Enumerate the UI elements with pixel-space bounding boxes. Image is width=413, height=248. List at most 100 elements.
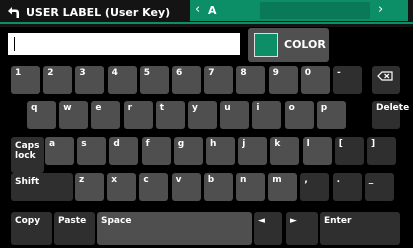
key-w-label: w bbox=[63, 103, 72, 113]
key-q[interactable]: q bbox=[27, 101, 56, 129]
key-y[interactable]: y bbox=[188, 101, 217, 129]
key-j-label: j bbox=[242, 139, 246, 149]
key-minus[interactable]: - bbox=[333, 66, 362, 94]
backspace-icon bbox=[377, 71, 393, 81]
key-c[interactable]: c bbox=[139, 173, 169, 201]
key-7-label: 7 bbox=[208, 68, 215, 78]
key-r[interactable]: r bbox=[123, 101, 153, 129]
enter-key-label: Enter bbox=[324, 216, 352, 226]
key-n-label: n bbox=[240, 175, 247, 185]
key-e[interactable]: e bbox=[91, 101, 121, 129]
key-comma-label: , bbox=[304, 175, 308, 185]
key-7[interactable]: 7 bbox=[204, 66, 234, 94]
key-0[interactable]: 0 bbox=[300, 66, 330, 94]
key-4[interactable]: 4 bbox=[107, 66, 137, 94]
header-bar: USER LABEL (User Key) ‹ A › bbox=[0, 0, 413, 27]
key-v[interactable]: v bbox=[171, 173, 201, 201]
header-divider bbox=[0, 22, 413, 24]
key-underscore-label: _ bbox=[368, 175, 374, 185]
key-right-bracket[interactable]: ] bbox=[367, 137, 396, 165]
back-arrow-icon bbox=[8, 7, 19, 18]
channel-name: A bbox=[208, 4, 217, 17]
key-f-label: f bbox=[145, 139, 150, 149]
key-i[interactable]: i bbox=[252, 101, 282, 129]
channel-name-field bbox=[260, 2, 370, 19]
key-t[interactable]: t bbox=[155, 101, 185, 129]
paste-key-label: Paste bbox=[58, 216, 87, 226]
key-comma[interactable]: , bbox=[300, 173, 330, 201]
key-n[interactable]: n bbox=[236, 173, 265, 201]
key-9[interactable]: 9 bbox=[268, 66, 298, 94]
key-p[interactable]: p bbox=[316, 101, 346, 129]
key-p-label: p bbox=[320, 103, 328, 113]
key-b[interactable]: b bbox=[203, 173, 233, 201]
key-minus-label: - bbox=[337, 68, 341, 78]
key-5-label: 5 bbox=[143, 68, 151, 78]
key-underscore[interactable]: _ bbox=[364, 173, 394, 201]
key-k[interactable]: k bbox=[270, 137, 300, 165]
space-key-label: Space bbox=[101, 216, 132, 226]
channel-next-button[interactable]: › bbox=[378, 2, 383, 17]
key-1[interactable]: 1 bbox=[11, 66, 40, 94]
caps-lock-key[interactable]: Caps lock bbox=[11, 137, 44, 173]
key-r-label: r bbox=[127, 103, 133, 113]
space-key[interactable]: Space bbox=[97, 212, 252, 245]
key-h-label: h bbox=[210, 139, 217, 149]
key-z[interactable]: z bbox=[75, 173, 104, 201]
key-d-label: d bbox=[113, 139, 120, 149]
enter-key[interactable]: Enter bbox=[320, 212, 400, 245]
channel-prev-button[interactable]: ‹ bbox=[195, 2, 200, 17]
key-l-label: l bbox=[306, 139, 310, 149]
color-button[interactable]: COLOR bbox=[248, 28, 329, 62]
key-i-label: i bbox=[256, 103, 260, 113]
shift-key-label: Shift bbox=[15, 177, 40, 187]
key-left-bracket[interactable]: [ bbox=[334, 137, 364, 165]
key-6-label: 6 bbox=[176, 68, 183, 78]
key-m[interactable]: m bbox=[268, 173, 298, 201]
key-q-label: q bbox=[31, 103, 38, 113]
key-h[interactable]: h bbox=[206, 137, 235, 165]
key-v-label: v bbox=[175, 175, 182, 185]
copy-key[interactable]: Copy bbox=[11, 212, 52, 245]
paste-key[interactable]: Paste bbox=[54, 212, 95, 245]
label-text-input[interactable] bbox=[8, 33, 240, 55]
key-x[interactable]: x bbox=[107, 173, 137, 201]
key-u[interactable]: u bbox=[220, 101, 250, 129]
color-button-label: COLOR bbox=[284, 38, 326, 51]
key-f[interactable]: f bbox=[141, 137, 171, 165]
key-3[interactable]: 3 bbox=[75, 66, 105, 94]
key-a[interactable]: a bbox=[45, 137, 74, 165]
key-a-label: a bbox=[49, 139, 56, 149]
key-2[interactable]: 2 bbox=[43, 66, 73, 94]
key-w[interactable]: w bbox=[59, 101, 89, 129]
key-e-label: e bbox=[95, 103, 102, 113]
key-k-label: k bbox=[274, 139, 281, 149]
key-period-label: . bbox=[336, 175, 341, 185]
shift-key[interactable]: Shift bbox=[11, 173, 73, 201]
key-l[interactable]: l bbox=[302, 137, 332, 165]
key-period[interactable]: . bbox=[332, 173, 362, 201]
delete-key[interactable]: Delete bbox=[372, 101, 409, 129]
key-5[interactable]: 5 bbox=[139, 66, 169, 94]
key-6[interactable]: 6 bbox=[172, 66, 201, 94]
key-g[interactable]: g bbox=[173, 137, 203, 165]
key-o[interactable]: o bbox=[284, 101, 314, 129]
cursor-right-key[interactable]: ► bbox=[286, 212, 318, 245]
key-j[interactable]: j bbox=[238, 137, 268, 165]
channel-selector: ‹ A › bbox=[190, 0, 408, 21]
key-3-label: 3 bbox=[79, 68, 86, 78]
key-z-label: z bbox=[79, 175, 85, 185]
key-4-label: 4 bbox=[111, 68, 118, 78]
cursor-right-key-label: ► bbox=[290, 216, 297, 226]
key-2-label: 2 bbox=[47, 68, 54, 78]
page-title: USER LABEL (User Key) bbox=[26, 6, 171, 19]
key-s[interactable]: s bbox=[77, 137, 107, 165]
key-8[interactable]: 8 bbox=[236, 66, 266, 94]
cursor-left-key[interactable]: ◄ bbox=[254, 212, 282, 245]
key-o-label: o bbox=[288, 103, 295, 113]
key-g-label: g bbox=[177, 139, 185, 149]
cursor-left-key-label: ◄ bbox=[258, 216, 265, 226]
back-button[interactable] bbox=[3, 3, 23, 23]
key-d[interactable]: d bbox=[109, 137, 139, 165]
backspace-key[interactable] bbox=[372, 66, 400, 94]
